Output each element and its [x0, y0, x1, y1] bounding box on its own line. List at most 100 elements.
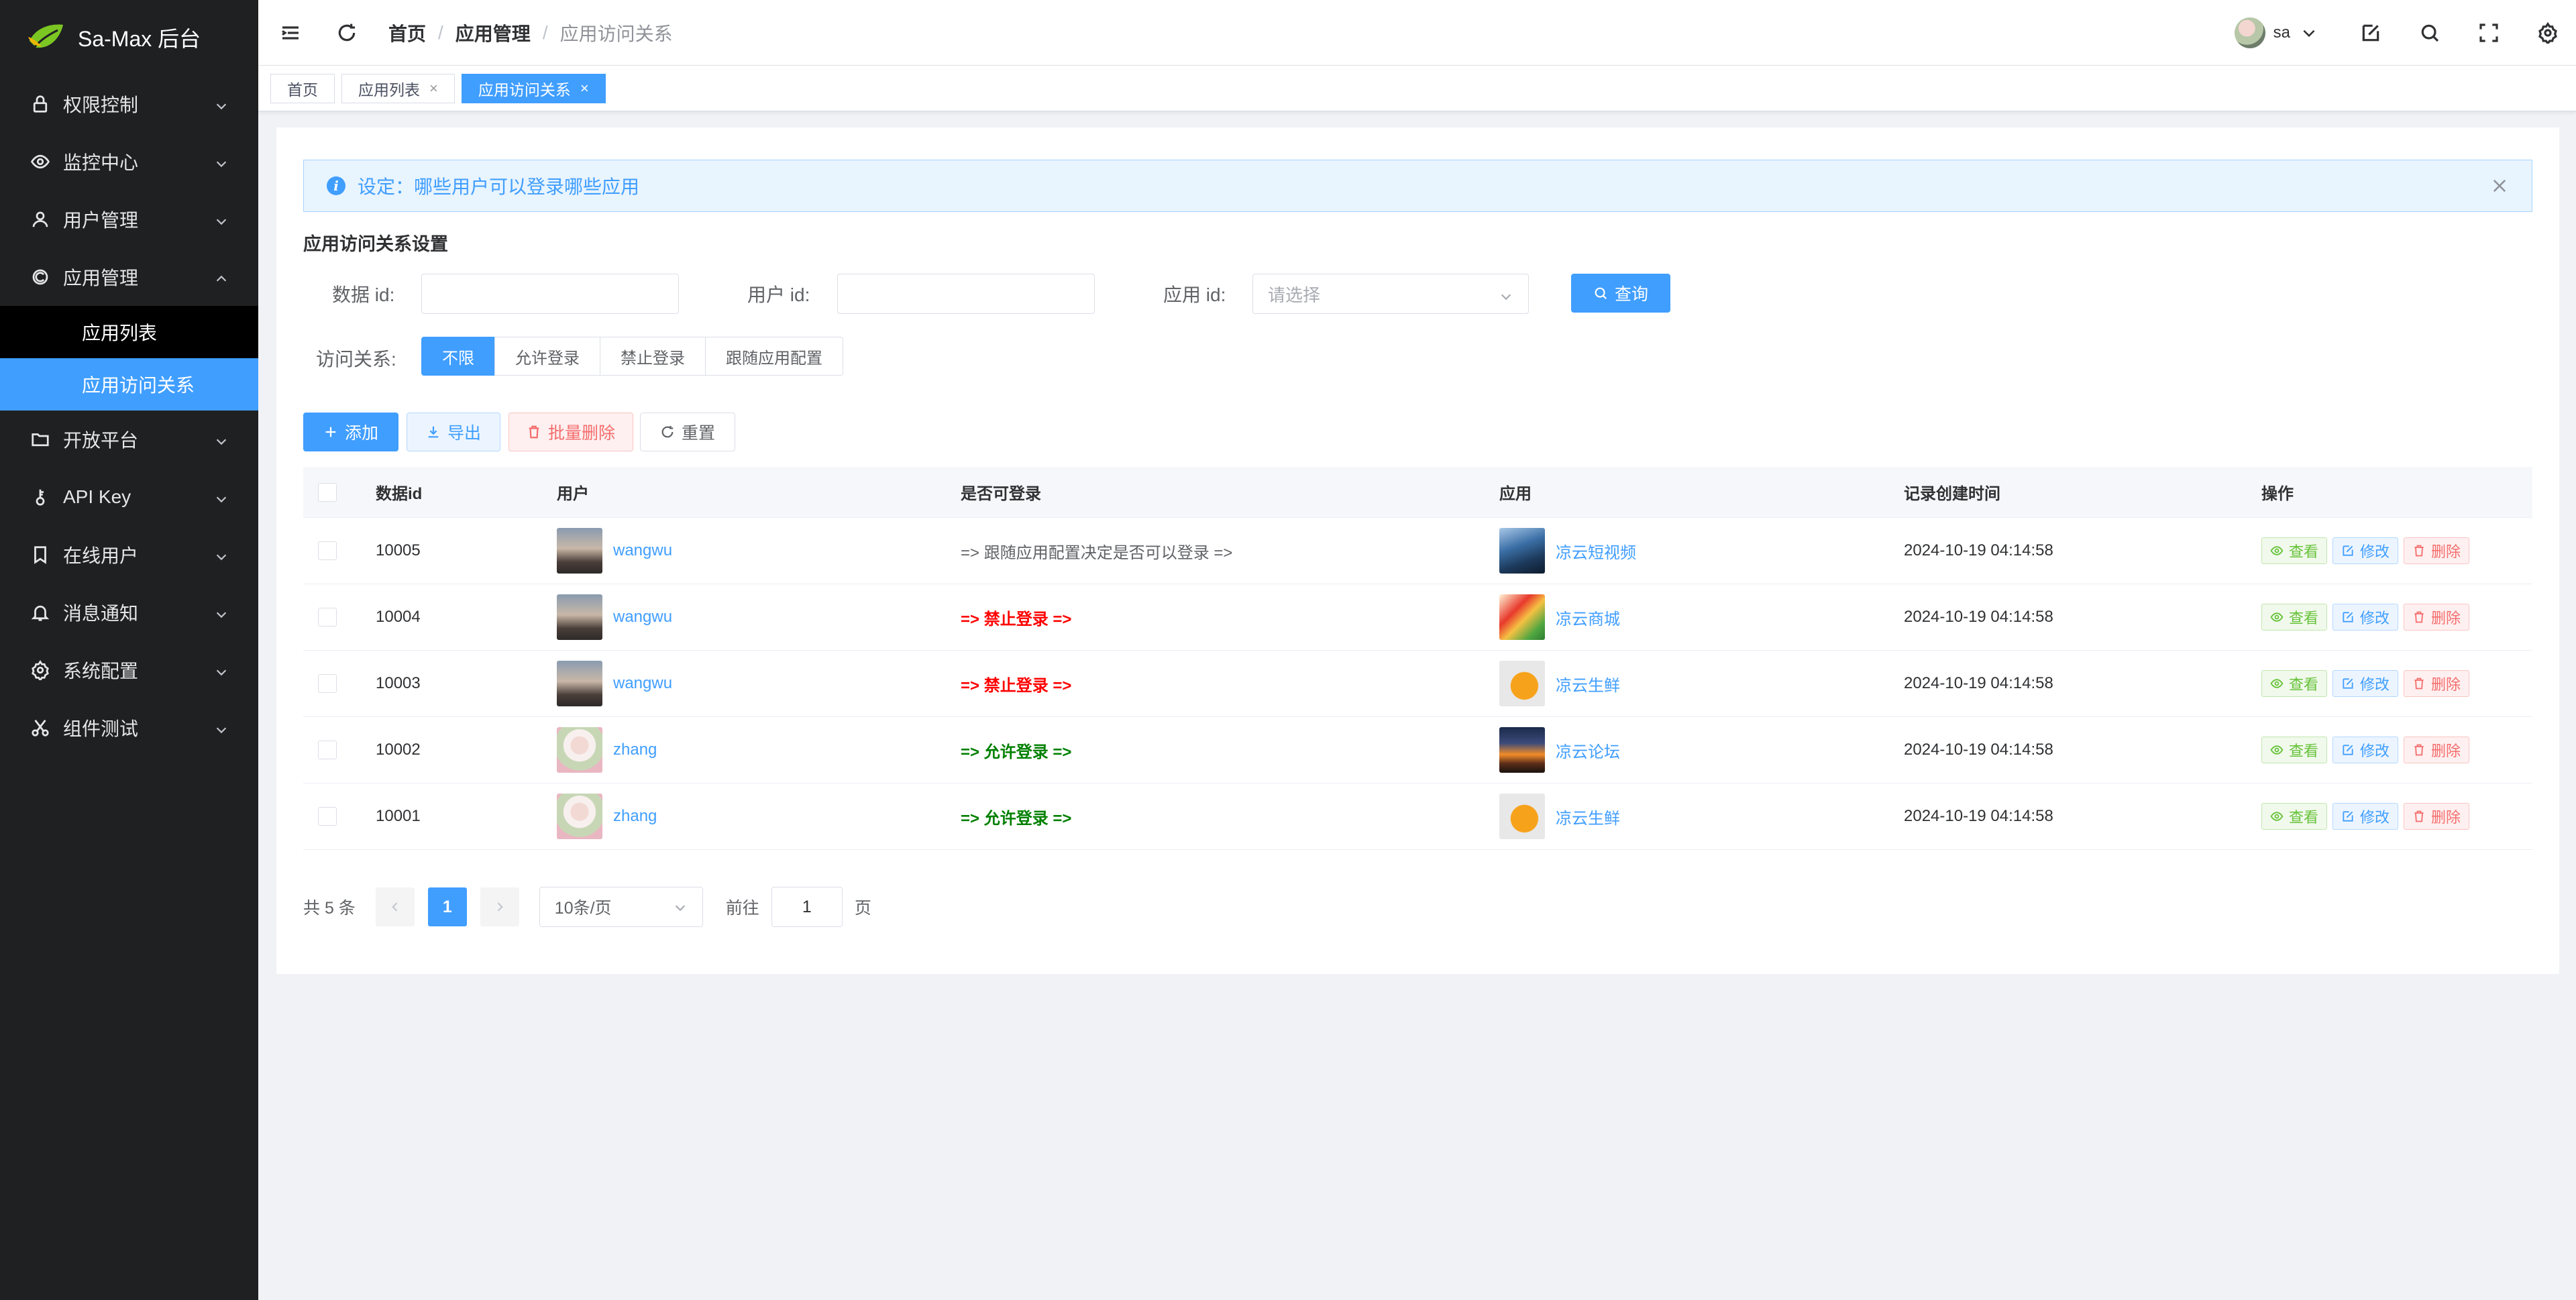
settings-icon[interactable] — [2536, 21, 2560, 45]
prev-page-button[interactable] — [375, 887, 415, 926]
sidebar-item-open-platform[interactable]: 开放平台 — [0, 411, 258, 468]
goto-page-input[interactable]: 1 — [771, 887, 843, 927]
row-checkbox[interactable] — [318, 541, 337, 560]
chevron-right-icon — [497, 902, 503, 912]
close-icon[interactable] — [2490, 176, 2509, 195]
sidebar-item-online-users[interactable]: 在线用户 — [0, 526, 258, 584]
access-option-any[interactable]: 不限 — [421, 337, 495, 376]
user-avatar[interactable] — [557, 661, 602, 706]
sidebar-item-api-key[interactable]: API Key — [0, 468, 258, 526]
edit-button[interactable]: 修改 — [2332, 670, 2399, 697]
row-checkbox[interactable] — [318, 807, 337, 826]
col-header-time[interactable]: 记录创建时间 — [1904, 480, 2261, 504]
next-page-button[interactable] — [480, 887, 519, 926]
sidebar-subitem-app-list[interactable]: 应用列表 — [0, 306, 258, 358]
chevron-down-icon — [1499, 288, 1513, 303]
user-link[interactable]: wangwu — [613, 541, 672, 560]
sidebar-item-component-test[interactable]: 组件测试 — [0, 699, 258, 757]
row-checkbox[interactable] — [318, 741, 337, 759]
tab-home[interactable]: 首页 — [270, 73, 335, 103]
sidebar-item-apps[interactable]: 应用管理 — [0, 248, 258, 306]
user-avatar[interactable] — [557, 727, 602, 773]
access-option-follow[interactable]: 跟随应用配置 — [705, 337, 843, 376]
user-link[interactable]: zhang — [613, 807, 657, 826]
select-all-checkbox[interactable] — [318, 482, 337, 502]
app-thumbnail[interactable] — [1499, 661, 1545, 706]
tab-app-access[interactable]: 应用访问关系 × — [461, 73, 606, 103]
add-button[interactable]: 添加 — [303, 413, 398, 451]
col-header-app[interactable]: 应用 — [1499, 480, 1904, 504]
fullscreen-icon[interactable] — [2477, 21, 2501, 45]
close-icon[interactable]: × — [429, 80, 438, 97]
chevron-down-icon — [673, 900, 688, 915]
close-icon[interactable]: × — [580, 80, 589, 97]
app-link[interactable]: 凉云生鲜 — [1556, 672, 1620, 696]
trash-icon — [2414, 810, 2424, 822]
delete-button[interactable]: 删除 — [2404, 537, 2470, 564]
logo[interactable]: Sa-Max 后台 — [0, 0, 258, 75]
row-checkbox[interactable] — [318, 608, 337, 627]
page-size-select[interactable]: 10条/页 — [539, 887, 703, 927]
user-avatar[interactable] — [557, 528, 602, 574]
tab-app-list[interactable]: 应用列表 × — [341, 73, 455, 103]
breadcrumb-current: 应用访问关系 — [559, 23, 673, 44]
batch-delete-button[interactable]: 批量删除 — [508, 413, 633, 451]
delete-button[interactable]: 删除 — [2404, 803, 2470, 830]
app-link[interactable]: 凉云短视频 — [1556, 539, 1636, 563]
export-button[interactable]: 导出 — [407, 413, 500, 451]
user-link[interactable]: wangwu — [613, 608, 672, 627]
breadcrumb-app-manage[interactable]: 应用管理 — [455, 19, 531, 46]
sidebar-item-system-config[interactable]: 系统配置 — [0, 641, 258, 699]
sidebar-subitem-app-access[interactable]: 应用访问关系 — [0, 358, 258, 411]
sidebar-item-label: 用户管理 — [63, 210, 139, 231]
app-thumbnail[interactable] — [1499, 794, 1545, 839]
app-thumbnail[interactable] — [1499, 594, 1545, 640]
view-button[interactable]: 查看 — [2261, 737, 2328, 763]
col-header-user[interactable]: 用户 — [557, 480, 961, 504]
access-option-allow[interactable]: 允许登录 — [494, 337, 600, 376]
user-id-input[interactable] — [837, 274, 1095, 314]
app-icon — [30, 266, 51, 288]
reset-button[interactable]: 重置 — [640, 413, 735, 451]
edit-icon[interactable] — [2359, 21, 2383, 45]
app-link[interactable]: 凉云生鲜 — [1556, 805, 1620, 828]
query-button[interactable]: 查询 — [1571, 274, 1670, 313]
user-link[interactable]: wangwu — [613, 674, 672, 693]
delete-button[interactable]: 删除 — [2404, 737, 2470, 763]
avatar — [2234, 17, 2265, 48]
access-option-deny[interactable]: 禁止登录 — [600, 337, 706, 376]
edit-button[interactable]: 修改 — [2332, 803, 2399, 830]
sidebar-item-permission[interactable]: 权限控制 — [0, 75, 258, 133]
edit-button[interactable]: 修改 — [2332, 737, 2399, 763]
view-button[interactable]: 查看 — [2261, 604, 2328, 631]
refresh-icon[interactable] — [335, 21, 359, 45]
edit-button[interactable]: 修改 — [2332, 604, 2399, 631]
edit-button[interactable]: 修改 — [2332, 537, 2399, 564]
user-dropdown[interactable]: sa — [2234, 17, 2318, 48]
page-number[interactable]: 1 — [427, 887, 467, 926]
app-link[interactable]: 凉云论坛 — [1556, 739, 1620, 762]
sidebar-item-notifications[interactable]: 消息通知 — [0, 584, 258, 641]
app-link[interactable]: 凉云商城 — [1556, 606, 1620, 629]
delete-button[interactable]: 删除 — [2404, 670, 2470, 697]
view-button[interactable]: 查看 — [2261, 537, 2328, 564]
breadcrumb-home[interactable]: 首页 — [388, 19, 426, 46]
access-table: 数据id 用户 是否可登录 应用 记录创建时间 操作 10005 wangwu … — [303, 467, 2532, 850]
view-button[interactable]: 查看 — [2261, 803, 2328, 830]
row-checkbox[interactable] — [318, 674, 337, 693]
user-avatar[interactable] — [557, 794, 602, 839]
app-id-select[interactable]: 请选择 — [1252, 274, 1529, 314]
sidebar-item-users[interactable]: 用户管理 — [0, 191, 258, 248]
sidebar-item-monitor[interactable]: 监控中心 — [0, 133, 258, 191]
col-header-login[interactable]: 是否可登录 — [961, 480, 1499, 504]
menu-toggle-icon[interactable] — [278, 21, 303, 45]
user-avatar[interactable] — [557, 594, 602, 640]
app-thumbnail[interactable] — [1499, 528, 1545, 574]
col-header-id[interactable]: 数据id — [376, 480, 557, 504]
delete-button[interactable]: 删除 — [2404, 604, 2470, 631]
search-icon[interactable] — [2418, 21, 2442, 45]
data-id-input[interactable] — [421, 274, 679, 314]
view-button[interactable]: 查看 — [2261, 670, 2328, 697]
user-link[interactable]: zhang — [613, 741, 657, 759]
app-thumbnail[interactable] — [1499, 727, 1545, 773]
